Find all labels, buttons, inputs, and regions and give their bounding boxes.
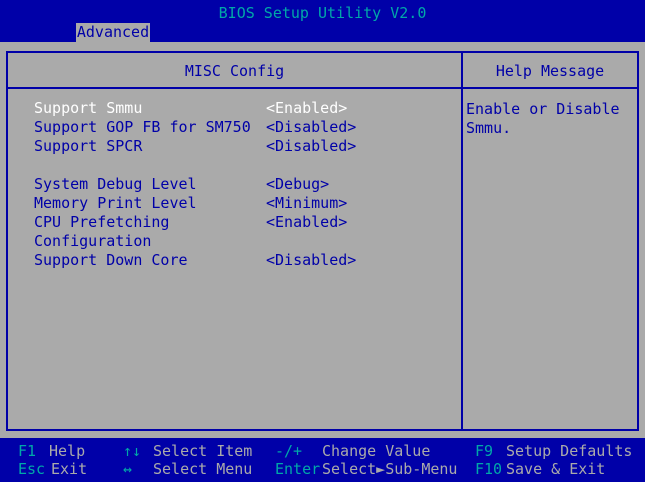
setting-label-support-smmu[interactable]: Support Smmu: [34, 99, 142, 118]
main-panel: MISC Config Help Message Support Smmu <E…: [0, 42, 645, 438]
frame-right: [637, 51, 639, 431]
frame-top: [6, 51, 639, 53]
setting-value-system-debug-level[interactable]: <Debug>: [266, 175, 329, 194]
key-minus-plus: -/+: [275, 442, 303, 460]
key-f1: F1: [18, 442, 37, 460]
setting-label-support-down-core[interactable]: Support Down Core: [34, 251, 188, 270]
header-separator: [6, 87, 639, 89]
app-title: BIOS Setup Utility V2.0: [218, 4, 427, 22]
setting-value-support-gop-fb[interactable]: <Disabled>: [266, 118, 356, 137]
key-enter: Enter: [275, 460, 321, 478]
key-esc: Esc: [18, 460, 46, 478]
key-leftright: ↔: [123, 460, 133, 478]
key-f9-desc: Setup Defaults: [506, 442, 633, 460]
setting-value-support-spcr[interactable]: <Disabled>: [266, 137, 356, 156]
setting-label-configuration[interactable]: Configuration: [34, 232, 151, 251]
help-message-text: Enable or Disable Smmu.: [466, 100, 620, 137]
setting-label-support-spcr[interactable]: Support SPCR: [34, 137, 142, 156]
key-f9: F9: [475, 442, 494, 460]
frame-left: [6, 51, 8, 431]
tab-advanced[interactable]: Advanced: [76, 23, 150, 42]
key-leftright-desc: Select Menu: [153, 460, 253, 478]
key-f1-desc: Help: [49, 442, 86, 460]
frame-divider: [461, 51, 463, 431]
section-title: MISC Config: [184, 62, 285, 80]
key-updown-desc: Select Item: [153, 442, 253, 460]
key-updown: ↑↓: [123, 442, 142, 460]
key-f10-desc: Save & Exit: [506, 460, 606, 478]
key-f10: F10: [475, 460, 503, 478]
setting-label-memory-print-level[interactable]: Memory Print Level: [34, 194, 197, 213]
setting-label-cpu-prefetching[interactable]: CPU Prefetching: [34, 213, 169, 232]
setting-value-memory-print-level[interactable]: <Minimum>: [266, 194, 347, 213]
setting-value-support-smmu[interactable]: <Enabled>: [266, 99, 347, 118]
setting-label-system-debug-level[interactable]: System Debug Level: [34, 175, 197, 194]
setting-value-cpu-prefetching[interactable]: <Enabled>: [266, 213, 347, 232]
bios-screen: BIOS Setup Utility V2.0 Advanced MISC Co…: [0, 0, 645, 482]
key-minus-plus-desc: Change Value: [322, 442, 431, 460]
key-legend: F1 Help Esc Exit ↑↓ Select Item ↔ Select…: [0, 438, 645, 482]
help-title: Help Message: [495, 62, 605, 80]
setting-label-support-gop-fb[interactable]: Support GOP FB for SM750: [34, 118, 251, 137]
key-enter-desc: Select►Sub-Menu: [322, 460, 458, 478]
setting-value-support-down-core[interactable]: <Disabled>: [266, 251, 356, 270]
key-esc-desc: Exit: [51, 460, 88, 478]
frame-bottom: [6, 429, 639, 431]
